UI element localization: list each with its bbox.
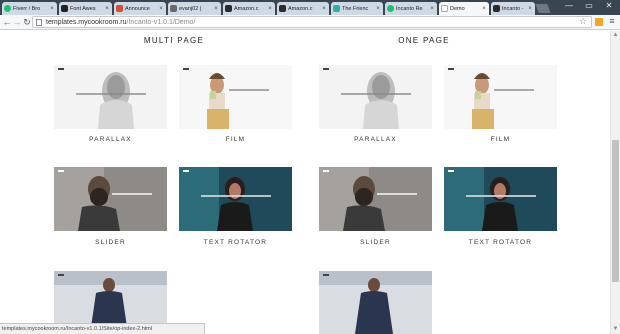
demo-label[interactable]: TEXT ROTATOR [444,239,557,246]
page-favicon-icon [441,5,448,12]
close-window-icon[interactable]: ✕ [600,0,618,12]
tab-amazon-1[interactable]: Amazon.c × [223,2,275,15]
tab-label: Incanto Re [396,5,423,12]
fiverr-favicon-icon [4,5,11,12]
tab-label: Amazon.c [288,5,313,12]
tab-incanto[interactable]: Incanto - × [491,2,535,15]
slider-demo-thumbnail[interactable] [54,167,167,231]
bookmark-star-icon[interactable]: ☆ [579,16,587,27]
close-tab-icon[interactable]: × [213,6,219,12]
scrollbar-thumb[interactable] [612,140,619,282]
amazon-favicon-icon [279,5,286,12]
demo-label[interactable]: PARALLAX [54,136,167,143]
incanto-favicon-icon [493,5,500,12]
tab-announce[interactable]: Announce × [114,2,166,15]
url-text[interactable]: templates.mycookroom.ru/Incanto-v1.0.1/D… [46,17,195,28]
tab-label: Incanto - [502,5,524,12]
page-content: MULTI PAGE ONE PAGE PARALLAX FILM PARALL… [0,31,610,334]
film-demo-thumbnail[interactable] [179,65,292,129]
page-icon [36,19,42,26]
fiverr-favicon-icon [387,5,394,12]
tab-label: Announce [125,5,150,12]
close-tab-icon[interactable]: × [49,6,55,12]
menu-icon[interactable]: ≡ [607,16,617,27]
close-tab-icon[interactable]: × [375,6,381,12]
tab-label: evanj02 | [179,5,202,12]
minimize-icon[interactable]: — [560,0,578,12]
announce-favicon-icon [116,5,123,12]
demo-label[interactable]: SLIDER [319,239,432,246]
demo-label[interactable]: FILM [179,136,292,143]
demo-label[interactable]: SLIDER [54,239,167,246]
tab-label: Fiverr / Bro [13,5,41,12]
user-favicon-icon [170,5,177,12]
demo-label[interactable]: PARALLAX [319,136,432,143]
tab-label: Font Awes [70,5,96,12]
close-tab-icon[interactable]: × [321,6,327,12]
close-tab-icon[interactable]: × [267,6,273,12]
status-bar-url: templates.mycookroom.ru/Incanto-v1.0.1/S… [0,323,205,334]
tab-evanj02[interactable]: evanj02 | × [168,2,221,15]
new-tab-button[interactable] [535,4,551,13]
url-path: /Incanto-v1.0.1/Demo/ [126,19,196,26]
slider-onepage-thumbnail[interactable] [319,167,432,231]
maximize-icon[interactable]: ▭ [580,0,598,12]
reload-icon[interactable]: ↻ [22,17,32,28]
tab-font-awesome[interactable]: Font Awes × [59,2,112,15]
tab-incanto-re[interactable]: Incanto Re × [385,2,437,15]
parallax-onepage-thumbnail[interactable] [319,65,432,129]
scroll-up-icon[interactable]: ▲ [612,32,619,39]
tab-amazon-2[interactable]: Amazon.c × [277,2,329,15]
demo-label[interactable]: TEXT ROTATOR [179,239,292,246]
text-rotator-demo-thumbnail[interactable] [179,167,292,231]
tab-strip: Fiverr / Bro × Font Awes × Announce × ev… [0,0,620,15]
close-tab-icon[interactable]: × [158,6,164,12]
address-bar[interactable]: templates.mycookroom.ru/Incanto-v1.0.1/D… [32,16,592,28]
close-tab-icon[interactable]: × [527,6,533,12]
one-page-heading: ONE PAGE [398,36,450,45]
tab-demo[interactable]: Demo × [439,2,489,15]
tab-the-friend[interactable]: The Frienc × [331,2,383,15]
browser-toolbar: ← → ↻ templates.mycookroom.ru/Incanto-v1… [0,15,620,30]
parallax-demo-thumbnail[interactable] [54,65,167,129]
tab-label: The Frienc [342,5,369,12]
tab-label: Amazon.c [234,5,259,12]
multi-page-heading: MULTI PAGE [143,36,205,45]
close-tab-icon[interactable]: × [429,6,435,12]
scroll-down-icon[interactable]: ▼ [612,326,619,333]
tab-fiverr[interactable]: Fiverr / Bro × [2,2,57,15]
close-tab-icon[interactable]: × [104,6,110,12]
url-host: templates.mycookroom.ru [46,19,127,26]
close-tab-icon[interactable]: × [481,6,487,12]
video-onepage-thumbnail[interactable] [319,271,432,334]
film-onepage-thumbnail[interactable] [444,65,557,129]
font-awesome-favicon-icon [61,5,68,12]
forward-arrow-icon[interactable]: → [12,17,22,28]
back-arrow-icon[interactable]: ← [2,17,12,28]
tab-label: Demo [450,5,465,12]
friend-favicon-icon [333,5,340,12]
text-rotator-onepage-thumbnail[interactable] [444,167,557,231]
amazon-favicon-icon [225,5,232,12]
extension-icon[interactable] [595,18,603,26]
demo-label[interactable]: FILM [444,136,557,143]
